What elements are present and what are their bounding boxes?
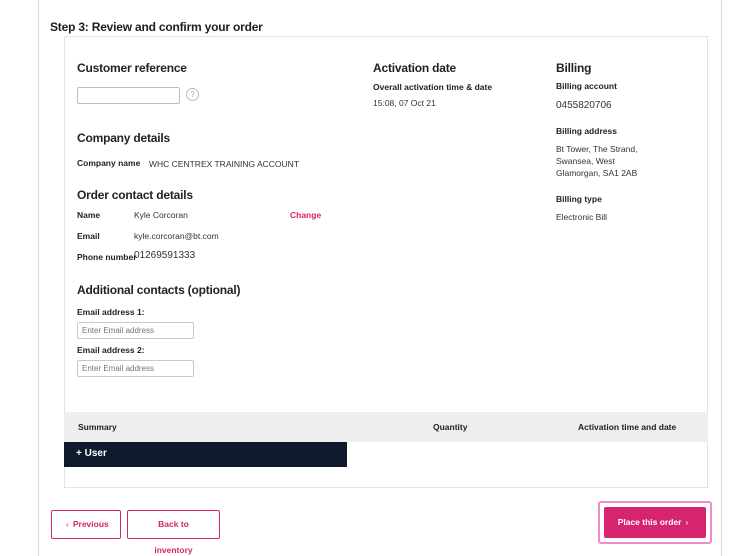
page-title: Step 3: Review and confirm your order xyxy=(50,20,263,34)
previous-button-label: Previous xyxy=(72,519,109,529)
contact-email-value: kyle.corcoran@bt.com xyxy=(134,231,219,241)
place-order-button[interactable]: Place this order › xyxy=(604,507,706,538)
billing-address-line2: Swansea, West xyxy=(556,156,615,166)
activation-heading: Activation date xyxy=(373,61,457,75)
summary-header: Summary Quantity Activation time and dat… xyxy=(64,412,708,442)
billing-account-label: Billing account xyxy=(556,81,617,91)
additional-contacts-heading: Additional contacts (optional) xyxy=(77,283,241,297)
summary-col-summary: Summary xyxy=(78,422,117,432)
place-order-label: Place this order xyxy=(617,517,682,527)
question-circle-icon[interactable]: ? xyxy=(186,88,199,101)
billing-account-value: 0455820706 xyxy=(556,100,612,111)
email1-input[interactable] xyxy=(77,322,194,339)
email2-label: Email address 2: xyxy=(77,345,145,355)
email1-label: Email address 1: xyxy=(77,307,145,317)
activation-value: 15:08, 07 Oct 21 xyxy=(373,98,436,108)
summary-user-row[interactable]: + User xyxy=(64,442,347,467)
customer-reference-heading: Customer reference xyxy=(77,61,187,75)
previous-button[interactable]: ‹ Previous xyxy=(51,510,121,539)
company-details-heading: Company details xyxy=(77,131,171,145)
order-contact-heading: Order contact details xyxy=(77,188,193,202)
activation-sub-label: Overall activation time & date xyxy=(373,82,493,92)
billing-type-label: Billing type xyxy=(556,194,602,204)
chevron-right-icon: › xyxy=(685,517,689,527)
customer-reference-input[interactable] xyxy=(77,87,180,104)
billing-address-line1: Bt Tower, The Strand, xyxy=(556,144,638,154)
change-contact-link[interactable]: Change xyxy=(290,210,321,220)
billing-type-value: Electronic Bill xyxy=(556,212,608,222)
back-to-inventory-button[interactable]: Back to inventory xyxy=(127,510,220,555)
contact-name-label: Name xyxy=(77,210,101,220)
contact-email-label: Email xyxy=(77,231,100,241)
contact-phone-value: 01269591333 xyxy=(134,250,196,261)
billing-address-line3: Glamorgan, SA1 2AB xyxy=(556,168,638,178)
chevron-left-icon: ‹ xyxy=(66,519,69,529)
summary-col-quantity: Quantity xyxy=(433,422,468,432)
summary-col-activation: Activation time and date xyxy=(578,422,677,432)
company-name-value: WHC CENTREX TRAINING ACCOUNT xyxy=(149,159,300,169)
billing-address-label: Billing address xyxy=(556,126,617,136)
company-name-label: Company name xyxy=(77,158,141,168)
email2-input[interactable] xyxy=(77,360,194,377)
contact-phone-label: Phone number xyxy=(77,252,137,262)
billing-heading: Billing xyxy=(556,61,592,75)
contact-name-value: Kyle Corcoran xyxy=(134,210,188,220)
